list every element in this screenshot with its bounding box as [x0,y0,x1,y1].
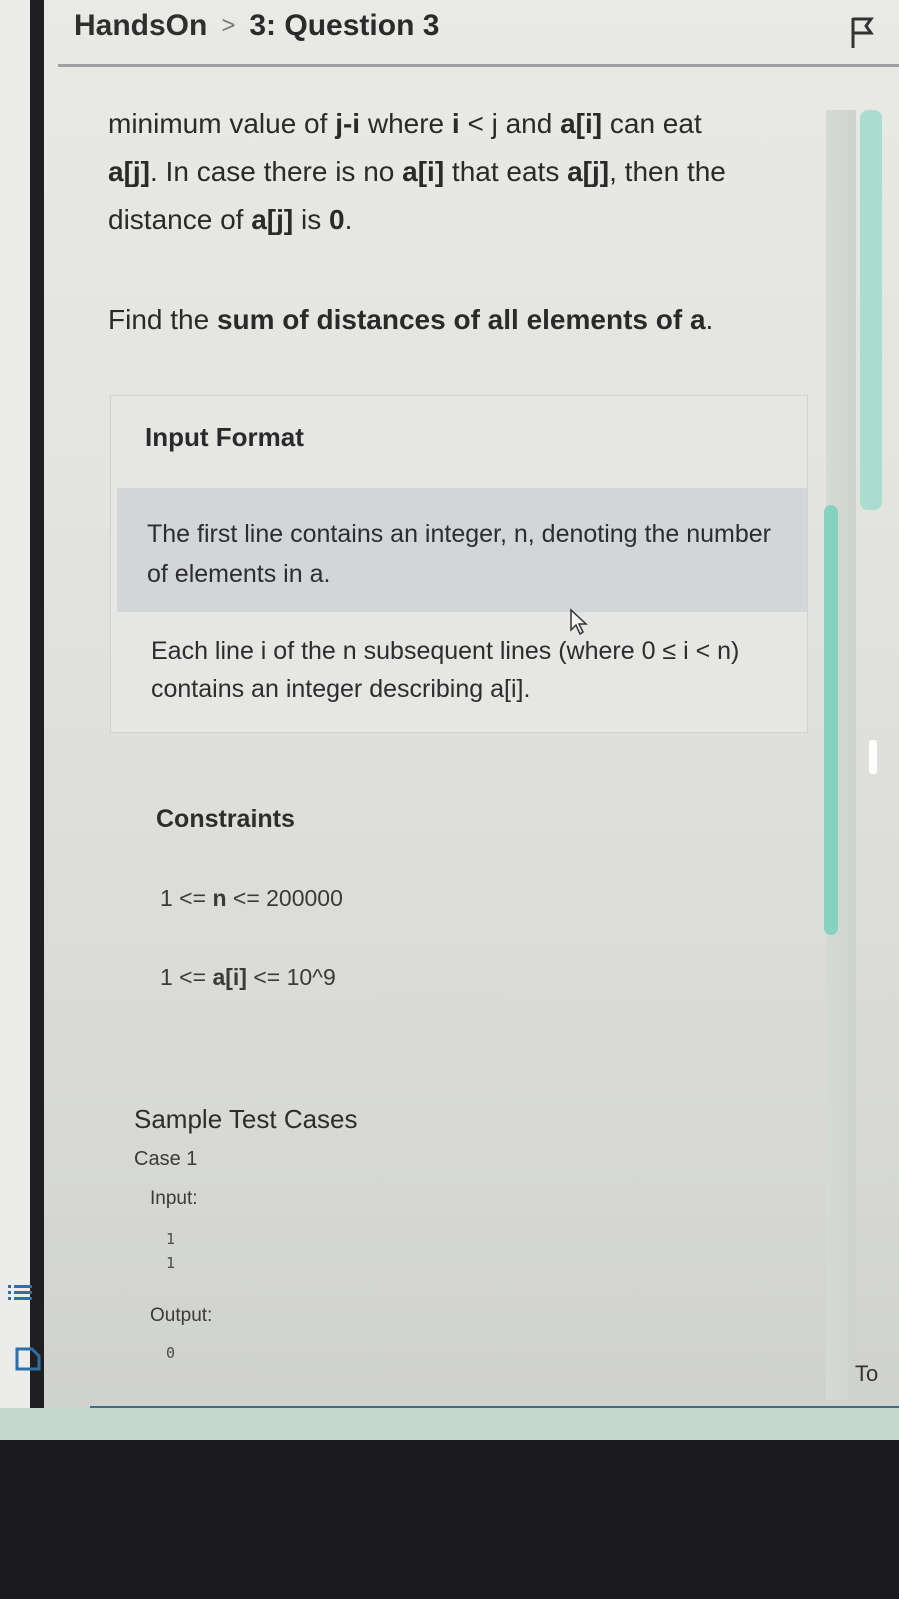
text: distance of [108,204,252,235]
input-label: Input: [150,1188,198,1209]
content-scrollbar-thumb[interactable] [824,505,838,935]
problem-content: minimum value of j-i where i < j and a[i… [98,100,818,733]
text: . [705,304,714,335]
text: < j and [459,108,561,139]
breadcrumb-current: 3: Question 3 [249,9,440,42]
left-edge [30,0,44,1420]
document-icon[interactable] [14,1346,42,1372]
input-value: 1 [166,1230,176,1248]
intro-line: a[j]. In case there is no a[i] that eats… [108,148,808,196]
screen: HandsOn > 3: Question 3 minimum value of… [0,0,899,1440]
case-label[interactable]: Case 1 [134,1148,197,1171]
constraint-n: 1 <= n <= 200000 [160,885,343,912]
bold-text: a[j] [251,204,294,235]
text: <= 10^9 [246,964,336,990]
text: 1 <= [160,964,213,990]
bold-text: a[j] [108,156,150,187]
input-format-section: Input Format The first line contains an … [110,395,808,733]
text: where [360,108,452,139]
bold-text: sum of distances of all elements of a [216,304,706,335]
input-format-line-1: The first line contains an integer, n, d… [147,520,771,588]
left-rail [0,0,30,1440]
text: <= 200000 [226,885,343,911]
output-label: Output: [150,1305,213,1326]
problem-task: Find the sum of distances of all element… [108,304,808,336]
text: . In case there is no [150,156,403,187]
input-format-title: Input Format [145,422,304,452]
input-value: 1 [166,1254,176,1272]
text: minimum value of [108,108,336,139]
problem-intro: minimum value of j-i where i < j and a[i… [108,100,808,244]
text: is [293,204,329,235]
output-value: 0 [166,1344,176,1362]
text: . [344,204,353,235]
list-icon[interactable] [6,1282,36,1304]
side-panel-handle[interactable] [869,740,877,774]
bold-text: a[i] [212,964,247,990]
constraint-ai: 1 <= a[i] <= 10^9 [160,964,336,991]
bold-text: 0 [328,204,345,235]
cursor-icon [570,608,588,636]
constraints-title: Constraints [156,805,295,833]
bold-text: j-i [335,108,361,139]
breadcrumb-root[interactable]: HandsOn [74,9,207,43]
breadcrumb: HandsOn > 3: Question 3 [74,4,439,48]
text: that eats [444,156,568,187]
side-panel-label[interactable]: To [855,1361,878,1387]
text: can eat [602,108,702,139]
bold-text: i [451,108,460,139]
bold-text: n [212,885,227,911]
input-format-line-2: Each line i of the n subsequent lines (w… [151,637,740,703]
panel-scrollbar-thumb[interactable] [860,110,882,510]
header-divider [58,64,899,67]
intro-line: distance of a[j] is 0. [108,196,808,244]
bold-text: a[i] [402,156,445,187]
intro-line: minimum value of j-i where i < j and a[i… [108,100,808,148]
flag-icon[interactable] [847,14,877,50]
breadcrumb-separator: > [221,12,236,39]
text: , then the [609,156,726,187]
bold-text: a[i] [560,108,603,139]
text: 1 <= [160,885,213,911]
text: Find the [108,304,217,335]
bottom-bar [0,1408,899,1440]
sample-test-cases-title: Sample Test Cases [134,1104,358,1134]
bold-text: a[j] [567,156,610,187]
